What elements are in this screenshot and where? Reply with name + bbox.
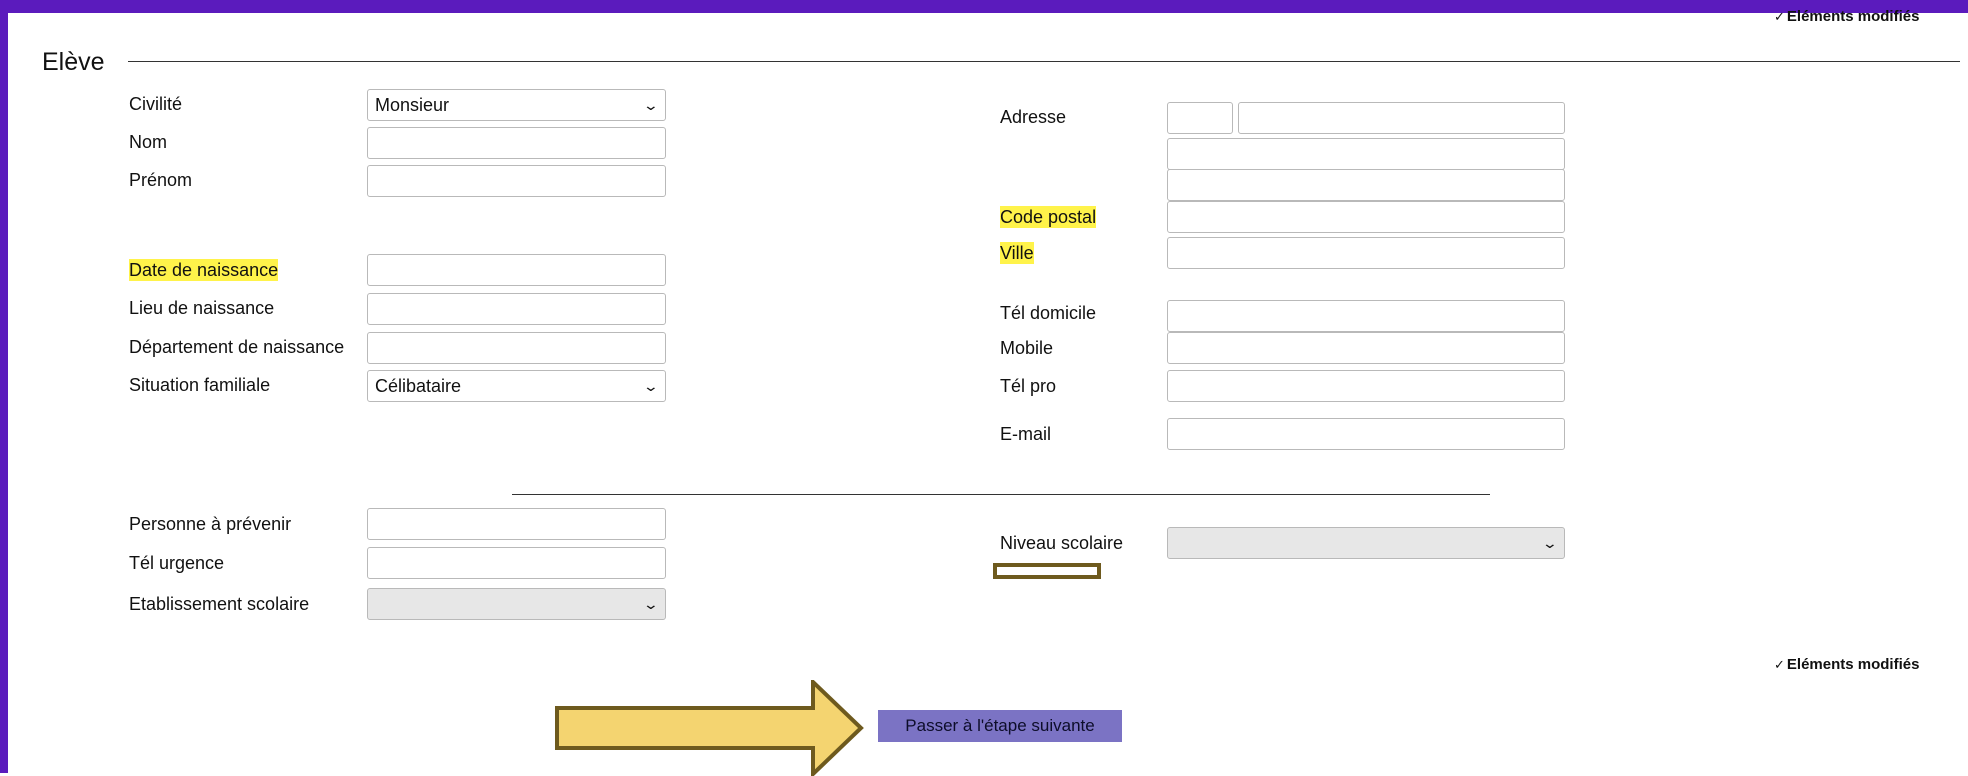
nom-label: Nom (129, 132, 168, 152)
ville-label: Ville (1000, 242, 1034, 264)
adresse-line2-input[interactable] (1167, 138, 1565, 170)
chevron-down-icon: ⌄ (642, 378, 660, 394)
check-icon: ✓ (1774, 657, 1785, 672)
adresse-number-input[interactable] (1167, 102, 1233, 134)
modified-note-top: ✓ Eléments modifiés (1774, 8, 1920, 25)
personne-prevenir-label: Personne à prévenir (129, 514, 292, 534)
tel-domicile-input[interactable] (1167, 300, 1565, 332)
civilite-label: Civilité (129, 94, 183, 114)
date-naissance-label: Date de naissance (129, 259, 279, 281)
email-input[interactable] (1167, 418, 1565, 450)
tel-pro-input[interactable] (1167, 370, 1565, 402)
niveau-select[interactable]: ⌄ (1167, 527, 1565, 559)
lieu-naissance-label: Lieu de naissance (129, 298, 275, 318)
tel-urgence-label: Tél urgence (129, 553, 225, 573)
next-step-button[interactable]: Passer à l'étape suivante (878, 710, 1122, 742)
email-label: E-mail (1000, 424, 1052, 444)
check-icon: ✓ (1774, 9, 1785, 24)
tel-urgence-input[interactable] (367, 547, 666, 579)
code-postal-label: Code postal (1000, 206, 1097, 228)
modified-note-bottom: ✓ Eléments modifiés (1774, 656, 1920, 673)
adresse-street-input[interactable] (1238, 102, 1565, 134)
mobile-label: Mobile (1000, 338, 1054, 358)
etablissement-select[interactable]: ⌄ (367, 588, 666, 620)
nom-input[interactable] (367, 127, 666, 159)
chevron-down-icon: ⌄ (642, 97, 660, 113)
dept-naissance-input[interactable] (367, 332, 666, 364)
personne-prevenir-input[interactable] (367, 508, 666, 540)
prenom-input[interactable] (367, 165, 666, 197)
civilite-select[interactable]: Monsieur ⌄ (367, 89, 666, 121)
etablissement-label: Etablissement scolaire (129, 594, 310, 614)
section-separator (512, 494, 1490, 495)
dept-naissance-label: Département de naissance (129, 337, 345, 357)
tel-domicile-label: Tél domicile (1000, 303, 1097, 323)
situation-label: Situation familiale (129, 375, 271, 395)
section-title: Elève (42, 48, 105, 76)
tel-pro-label: Tél pro (1000, 376, 1057, 396)
prenom-label: Prénom (129, 170, 193, 190)
code-postal-input[interactable] (1167, 201, 1565, 233)
ville-input[interactable] (1167, 237, 1565, 269)
annotation-box (993, 563, 1101, 579)
date-naissance-input[interactable] (367, 254, 666, 286)
adresse-line3-input[interactable] (1167, 169, 1565, 201)
lieu-naissance-input[interactable] (367, 293, 666, 325)
chevron-down-icon: ⌄ (642, 596, 660, 612)
window-frame-top (0, 0, 1968, 13)
niveau-label: Niveau scolaire (1000, 533, 1124, 553)
chevron-down-icon: ⌄ (1541, 535, 1559, 551)
window-frame-left (0, 0, 8, 773)
adresse-label: Adresse (1000, 107, 1067, 127)
section-divider (128, 61, 1960, 62)
arrow-right-icon (555, 680, 864, 776)
mobile-input[interactable] (1167, 332, 1565, 364)
situation-select[interactable]: Célibataire ⌄ (367, 370, 666, 402)
